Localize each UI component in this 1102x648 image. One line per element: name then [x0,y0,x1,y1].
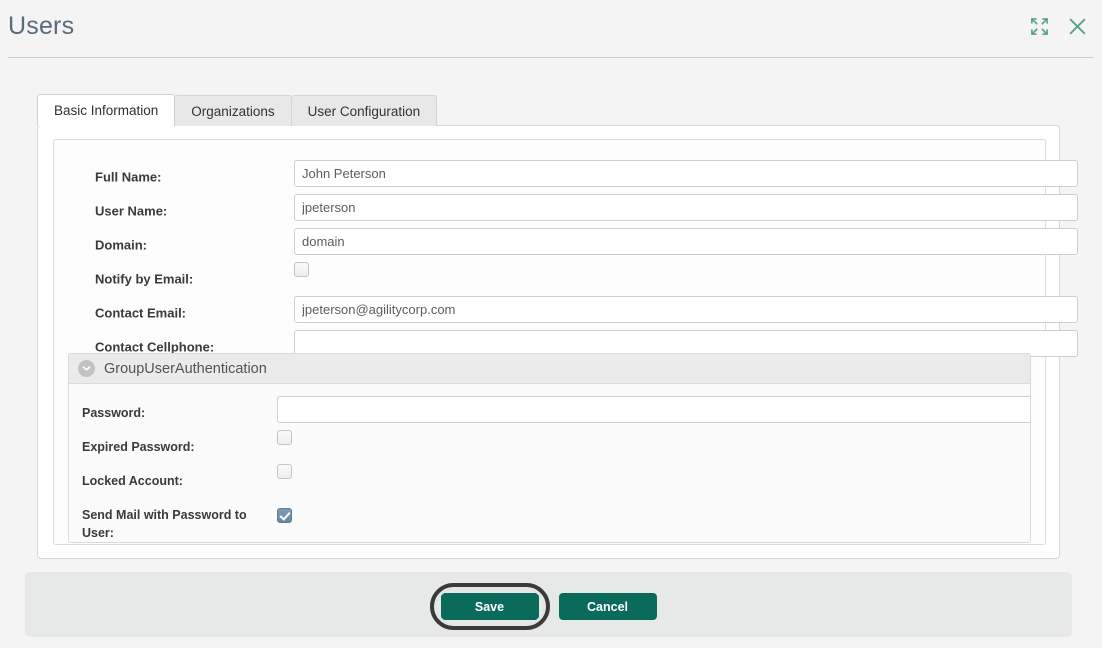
form-row-full-name: Full Name: [54,160,1078,194]
domain-field-wrap [294,228,1078,255]
form-row-domain: Domain: [54,228,1078,262]
notify-by-email-label: Notify by Email: [95,271,194,287]
dialog-footer: Save Cancel [25,572,1072,637]
locked-account-field-wrap [277,464,292,484]
notify-by-email-field-wrap [294,262,309,282]
send-mail-with-password-checkbox[interactable] [277,508,292,523]
form-row-password: Password: [69,396,1030,430]
full-name-input[interactable] [294,160,1078,187]
save-button-highlight: Save [429,583,550,630]
cancel-button[interactable]: Cancel [558,593,657,620]
header-actions [1028,15,1088,37]
page-title: Users [8,12,75,40]
send-mail-with-password-label: Send Mail with Password to User: [82,508,247,540]
send-mail-with-password-field-wrap [277,508,292,528]
group-user-authentication-header[interactable]: GroupUserAuthentication [69,354,1030,384]
header-divider [8,57,1094,58]
password-input[interactable] [277,396,1030,423]
expired-password-field-wrap [277,430,292,450]
tab-label: User Configuration [307,103,421,119]
expired-password-label: Expired Password: [82,440,195,454]
basic-information-form: Full Name: User Name: Domain: Notify by … [54,160,1078,364]
full-name-label: Full Name: [95,169,162,185]
form-row-locked-account: Locked Account: [69,464,1030,498]
group-user-authentication-form: Password: Expired Password: Locked Accou… [69,396,1030,542]
password-label: Password: [82,406,146,420]
expand-fullscreen-icon[interactable] [1028,15,1050,37]
form-row-user-name: User Name: [54,194,1078,228]
tab-organizations[interactable]: Organizations [174,95,292,126]
group-user-authentication-body: Password: Expired Password: Locked Accou… [69,384,1030,542]
tab-label: Organizations [191,103,275,119]
tab-user-configuration[interactable]: User Configuration [290,95,438,126]
full-name-field-wrap [294,160,1078,187]
group-user-authentication-panel: GroupUserAuthentication Password: Expire… [68,353,1031,543]
locked-account-label: Locked Account: [82,474,183,488]
form-row-expired-password: Expired Password: [69,430,1030,464]
user-name-label: User Name: [95,203,168,219]
form-row-send-mail-with-password: Send Mail with Password to User: [69,498,1030,542]
user-name-input[interactable] [294,194,1078,221]
contact-email-field-wrap [294,296,1078,323]
form-row-notify-by-email: Notify by Email: [54,262,1045,296]
domain-input[interactable] [294,228,1078,255]
footer-button-bar: Save Cancel [25,583,1072,630]
locked-account-checkbox[interactable] [277,464,292,479]
tab-basic-information[interactable]: Basic Information [37,94,176,126]
save-button[interactable]: Save [440,593,539,620]
user-name-field-wrap [294,194,1078,221]
password-field-wrap [277,396,1030,423]
expired-password-checkbox[interactable] [277,430,292,445]
tab-content-panel: Full Name: User Name: Domain: Notify by … [37,125,1078,559]
close-icon[interactable] [1066,15,1088,37]
contact-email-input[interactable] [294,296,1078,323]
tab-label: Basic Information [54,103,159,118]
group-user-authentication-title: GroupUserAuthentication [104,360,267,377]
chevron-down-icon[interactable] [78,360,95,377]
domain-label: Domain: [95,237,147,253]
contact-email-label: Contact Email: [95,305,187,321]
basic-information-card: Full Name: User Name: Domain: Notify by … [53,139,1078,545]
tab-bar: Basic Information Organizations User Con… [37,94,438,126]
window-header: Users [0,0,1102,58]
form-row-contact-email: Contact Email: [54,296,1078,330]
notify-by-email-checkbox[interactable] [294,262,309,277]
